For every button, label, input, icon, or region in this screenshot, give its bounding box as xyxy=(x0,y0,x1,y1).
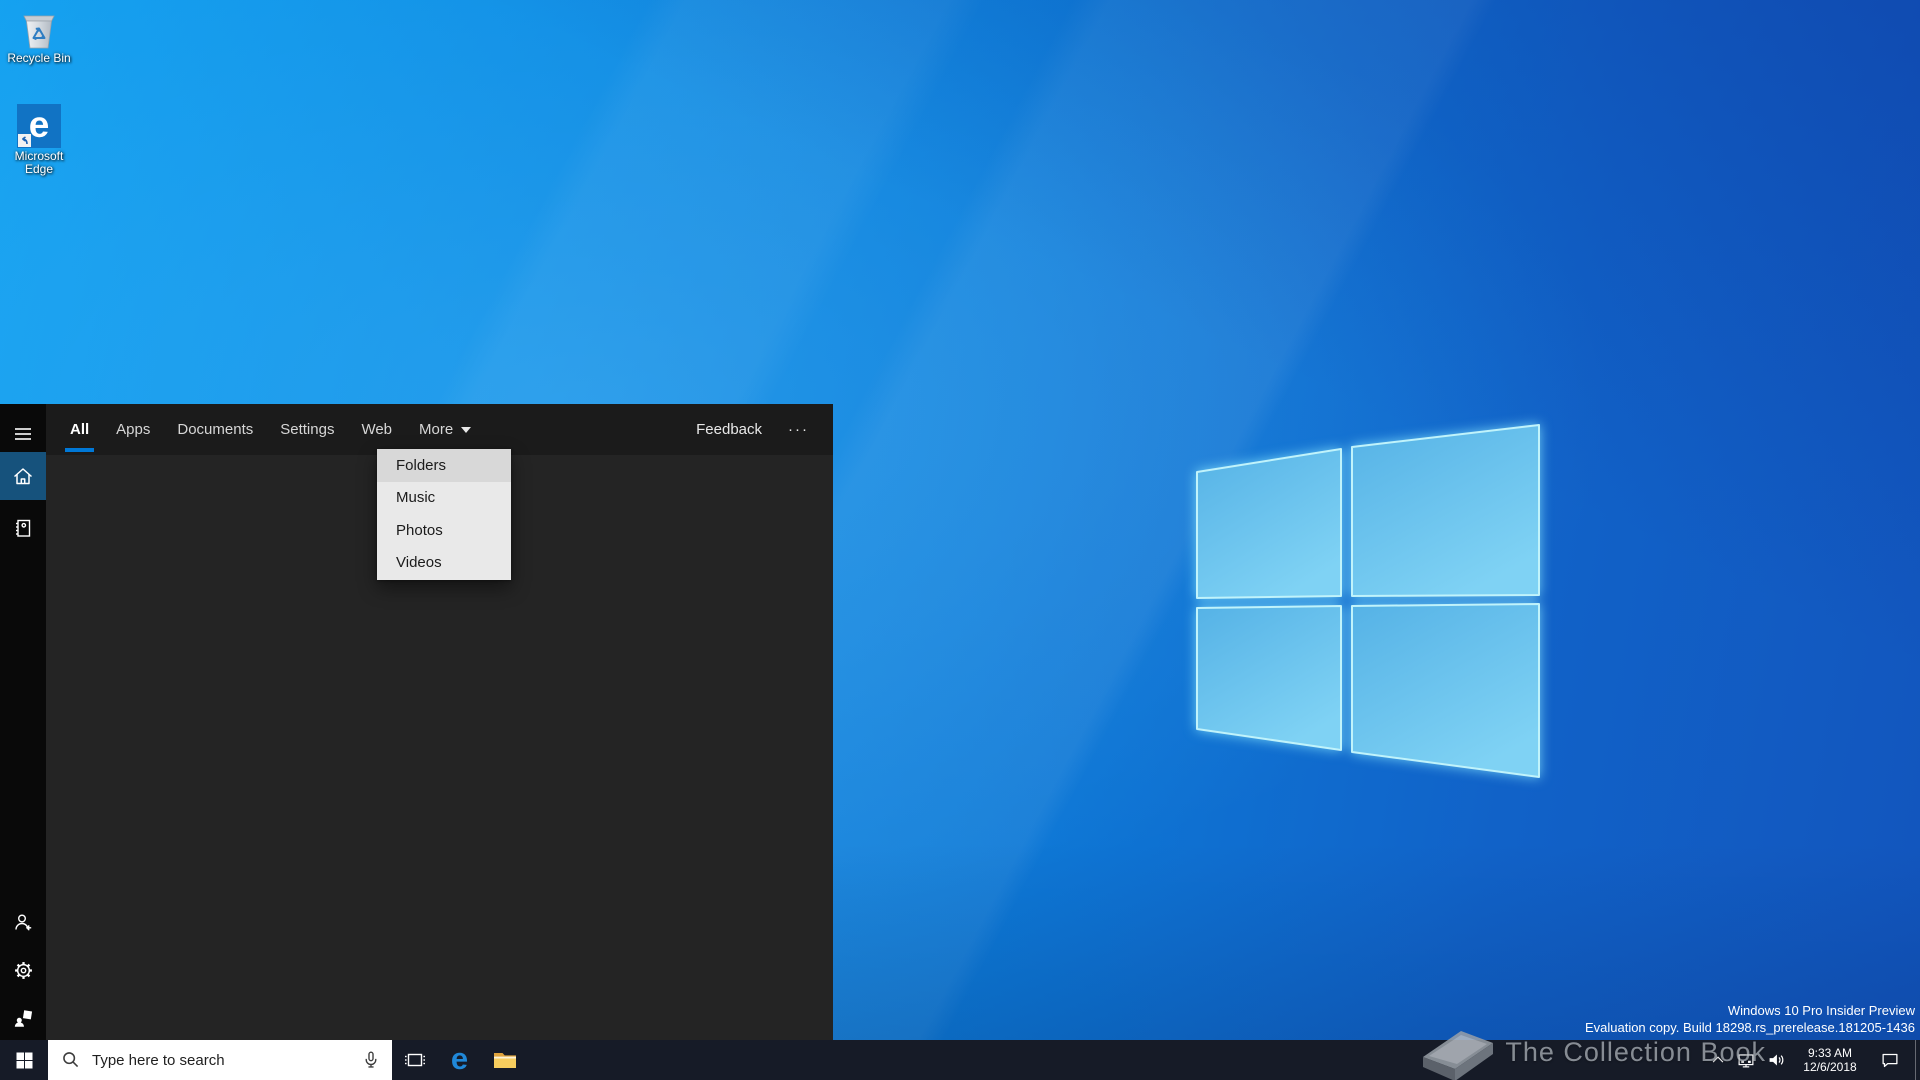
recycle-bin-label: Recycle Bin xyxy=(7,52,70,65)
system-tray: 9:33 AM 12/6/2018 xyxy=(1705,1040,1920,1080)
gear-icon xyxy=(12,959,35,982)
os-watermark-line2: Evaluation copy. Build 18298.rs_prerelea… xyxy=(1585,1019,1915,1036)
file-explorer-button[interactable] xyxy=(482,1040,527,1080)
edge-icon: e xyxy=(451,1043,468,1074)
windows-logo-wallpaper xyxy=(1190,415,1546,785)
tab-apps[interactable]: Apps xyxy=(116,404,150,455)
more-dropdown-menu: Folders Music Photos Videos xyxy=(377,449,511,580)
menu-item-folders[interactable]: Folders xyxy=(377,449,511,482)
tab-settings-label: Settings xyxy=(280,421,334,438)
file-explorer-icon xyxy=(492,1048,518,1072)
menu-item-videos[interactable]: Videos xyxy=(377,547,511,580)
edge-taskbar-button[interactable]: e xyxy=(437,1040,482,1080)
start-button[interactable] xyxy=(0,1040,48,1080)
show-desktop-button[interactable] xyxy=(1915,1040,1920,1080)
edge-logo-icon: e xyxy=(29,106,50,143)
taskbar: e xyxy=(0,1040,1920,1080)
os-watermark-line1: Windows 10 Pro Insider Preview xyxy=(1585,1002,1915,1019)
edge-label-line1: Microsoft xyxy=(15,149,64,163)
rail-home-button[interactable] xyxy=(0,452,46,500)
microphone-icon[interactable] xyxy=(360,1049,382,1071)
tab-web-label: Web xyxy=(361,421,392,438)
rail-journal-button[interactable] xyxy=(0,506,46,550)
hamburger-menu-button[interactable] xyxy=(0,412,46,456)
tab-web[interactable]: Web xyxy=(361,404,392,455)
tab-documents-label: Documents xyxy=(177,421,253,438)
menu-item-music[interactable]: Music xyxy=(377,482,511,515)
rail-account-button[interactable] xyxy=(0,900,46,944)
tab-all-label: All xyxy=(70,421,89,438)
tab-apps-label: Apps xyxy=(116,421,150,438)
overflow-menu-button[interactable]: ··· xyxy=(788,421,809,438)
tray-expand-button[interactable] xyxy=(1705,1040,1731,1080)
menu-item-photos[interactable]: Photos xyxy=(377,514,511,547)
rail-settings-button[interactable] xyxy=(0,948,46,992)
network-ethernet-icon xyxy=(1735,1049,1757,1071)
chevron-down-icon xyxy=(461,427,471,433)
task-view-icon xyxy=(403,1048,427,1072)
tab-all[interactable]: All xyxy=(70,404,89,455)
search-panel-header: All Apps Documents Settings Web More Fee… xyxy=(46,404,833,455)
edge-label: Microsoft Edge xyxy=(15,150,64,176)
shortcut-arrow-icon xyxy=(18,134,31,147)
edge-tile: e xyxy=(17,104,61,148)
taskbar-search-box[interactable] xyxy=(48,1040,392,1080)
clock-time: 9:33 AM xyxy=(1791,1046,1869,1060)
taskbar-clock[interactable]: 9:33 AM 12/6/2018 xyxy=(1791,1046,1869,1074)
microsoft-edge-desktop-icon[interactable]: e Microsoft Edge xyxy=(2,104,76,176)
home-icon xyxy=(11,464,35,488)
windows-desktop: Recycle Bin e Microsoft Edge Windows 10 … xyxy=(0,0,1920,1080)
journal-icon xyxy=(11,516,35,540)
edge-label-line2: Edge xyxy=(25,162,53,176)
user-picture-icon xyxy=(11,1006,35,1030)
clock-date: 12/6/2018 xyxy=(1791,1060,1869,1074)
hamburger-icon xyxy=(12,423,34,445)
action-center-button[interactable] xyxy=(1869,1040,1911,1080)
tab-more-label: More xyxy=(419,421,453,438)
chevron-up-icon xyxy=(1709,1051,1727,1069)
rail-user-picture-button[interactable] xyxy=(0,996,46,1040)
os-build-watermark: Windows 10 Pro Insider Preview Evaluatio… xyxy=(1585,1002,1915,1036)
recycle-bin-desktop-icon[interactable]: Recycle Bin xyxy=(2,8,76,65)
tab-more[interactable]: More xyxy=(419,404,471,455)
add-user-icon xyxy=(11,910,35,934)
header-right-group: Feedback ··· xyxy=(696,421,809,438)
search-input[interactable] xyxy=(92,1052,360,1069)
feedback-button[interactable]: Feedback xyxy=(696,421,762,438)
search-icon xyxy=(60,1049,82,1071)
action-center-icon xyxy=(1879,1049,1901,1071)
recycle-bin-icon xyxy=(19,8,59,50)
volume-tray-button[interactable] xyxy=(1761,1040,1791,1080)
speaker-icon xyxy=(1765,1049,1787,1071)
windows-start-icon xyxy=(16,1052,33,1069)
search-panel-rail xyxy=(0,404,46,1040)
network-tray-button[interactable] xyxy=(1731,1040,1761,1080)
task-view-button[interactable] xyxy=(392,1040,437,1080)
tab-settings[interactable]: Settings xyxy=(280,404,334,455)
tab-documents[interactable]: Documents xyxy=(177,404,253,455)
